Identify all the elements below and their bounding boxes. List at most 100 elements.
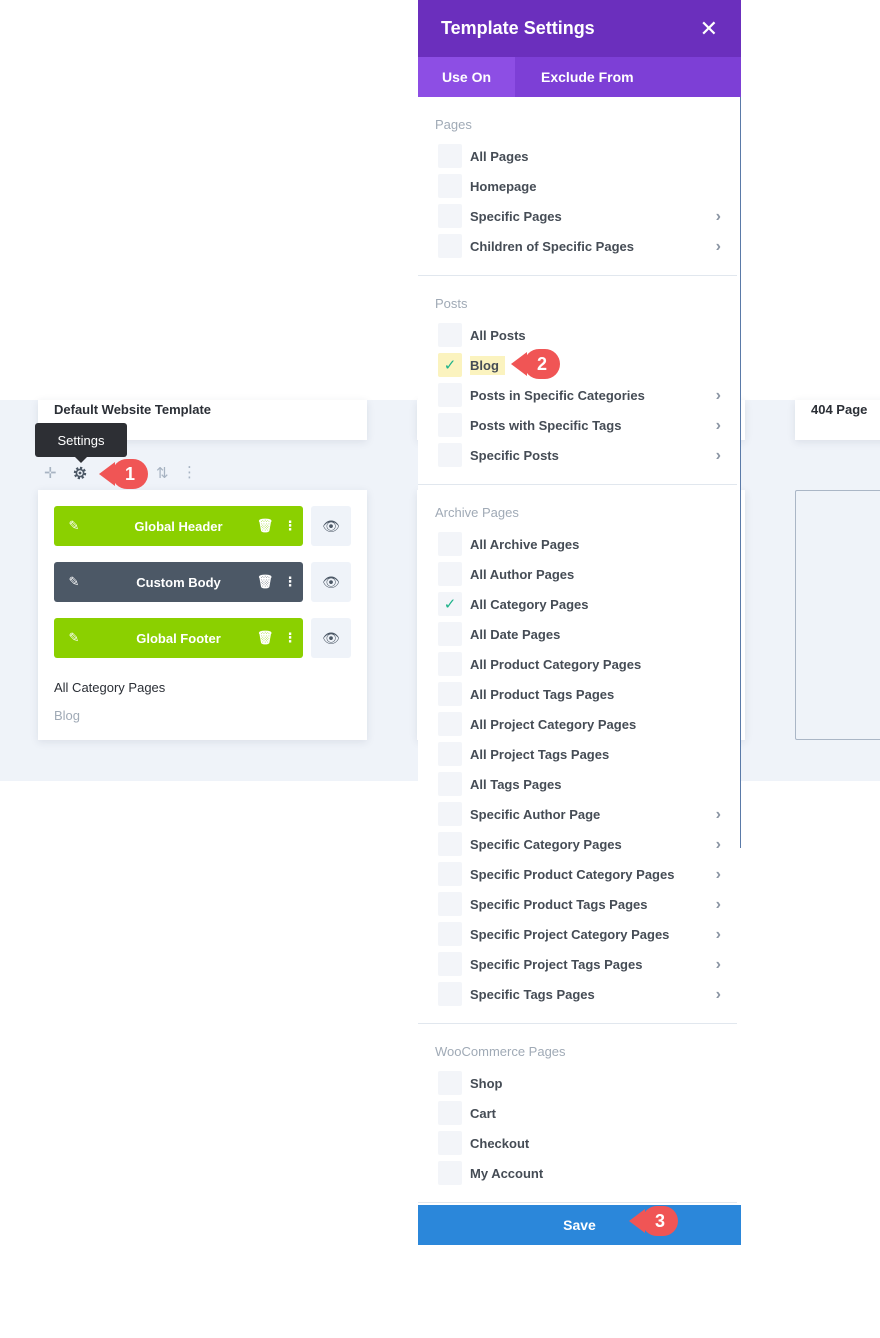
more-vertical-icon[interactable]: ⋮ <box>277 574 303 590</box>
tab-use-on[interactable]: Use On <box>418 57 516 97</box>
checkbox[interactable] <box>438 144 462 168</box>
chevron-right-icon[interactable]: › <box>716 208 721 226</box>
checkbox[interactable] <box>438 952 462 976</box>
more-vertical-icon[interactable]: ⋮ <box>277 630 303 646</box>
trash-icon[interactable]: 🗑 <box>253 574 277 590</box>
option-children-of-specific-pages[interactable]: Children of Specific Pages › <box>418 231 737 261</box>
chevron-right-icon[interactable]: › <box>716 806 721 824</box>
pencil-icon[interactable]: ✎ <box>54 518 94 534</box>
chevron-right-icon[interactable]: › <box>716 926 721 944</box>
option-specific-product-tags-pages[interactable]: Specific Product Tags Pages › <box>418 889 737 919</box>
chevron-right-icon[interactable]: › <box>716 986 721 1004</box>
step-marker-2: 2 <box>511 349 560 379</box>
checkbox[interactable] <box>438 682 462 706</box>
pencil-icon[interactable]: ✎ <box>54 574 94 590</box>
option-specific-product-category-pages[interactable]: Specific Product Category Pages › <box>418 859 737 889</box>
save-button[interactable]: Save <box>418 1205 741 1245</box>
option-homepage[interactable]: Homepage <box>418 171 737 201</box>
chevron-right-icon[interactable]: › <box>716 896 721 914</box>
checkbox[interactable] <box>438 532 462 556</box>
eye-icon[interactable]: 👁 <box>311 618 351 658</box>
option-all-project-tags-pages[interactable]: All Project Tags Pages <box>418 739 737 769</box>
section-label: Archive Pages <box>435 505 519 520</box>
checkbox[interactable] <box>438 323 462 347</box>
checkbox[interactable] <box>438 1071 462 1095</box>
option-specific-category-pages[interactable]: Specific Category Pages › <box>418 829 737 859</box>
tab-exclude-from[interactable]: Exclude From <box>515 57 660 97</box>
option-all-pages[interactable]: All Pages <box>418 141 737 171</box>
custom-body-label: Custom Body <box>136 574 221 590</box>
option-specific-project-category-pages[interactable]: Specific Project Category Pages › <box>418 919 737 949</box>
404-template-card[interactable]: 404 Page <box>795 400 880 440</box>
option-posts-in-specific-categories[interactable]: Posts in Specific Categories › <box>418 380 737 410</box>
custom-body-row[interactable]: ✎ Custom Body 🗑 ⋮ <box>54 562 303 602</box>
checkbox[interactable] <box>438 712 462 736</box>
gear-icon[interactable] <box>72 465 88 481</box>
section-label: WooCommerce Pages <box>435 1044 566 1059</box>
option-posts-with-specific-tags[interactable]: Posts with Specific Tags › <box>418 410 737 440</box>
option-checkout[interactable]: Checkout <box>418 1128 737 1158</box>
checkbox[interactable] <box>438 204 462 228</box>
checkbox[interactable] <box>438 562 462 586</box>
checkbox[interactable] <box>438 742 462 766</box>
option-all-category-pages[interactable]: ✓ All Category Pages <box>418 589 737 619</box>
option-specific-project-tags-pages[interactable]: Specific Project Tags Pages › <box>418 949 737 979</box>
option-specific-posts[interactable]: Specific Posts › <box>418 440 737 470</box>
trash-icon[interactable]: 🗑 <box>253 630 277 646</box>
global-footer-row[interactable]: ✎ Global Footer 🗑 ⋮ <box>54 618 303 658</box>
option-cart[interactable]: Cart <box>418 1098 737 1128</box>
checkbox[interactable] <box>438 832 462 856</box>
scrollbar[interactable] <box>740 97 741 848</box>
eye-icon[interactable]: 👁 <box>311 506 351 546</box>
checkbox[interactable] <box>438 622 462 646</box>
option-all-product-tags-pages[interactable]: All Product Tags Pages <box>418 679 737 709</box>
checkbox[interactable] <box>438 652 462 676</box>
close-icon[interactable]: ✕ <box>700 16 718 42</box>
checkbox[interactable] <box>438 982 462 1006</box>
checkbox[interactable] <box>438 772 462 796</box>
chevron-right-icon[interactable]: › <box>716 447 721 465</box>
checkbox[interactable] <box>438 383 462 407</box>
trash-icon[interactable]: 🗑 <box>253 518 277 534</box>
move-icon[interactable]: ✛ <box>44 466 57 482</box>
more-vertical-icon[interactable]: ⋮ <box>182 465 197 481</box>
checkbox[interactable] <box>438 1161 462 1185</box>
chevron-right-icon[interactable]: › <box>716 836 721 854</box>
more-vertical-icon[interactable]: ⋮ <box>277 518 303 534</box>
checkbox[interactable] <box>438 862 462 886</box>
pencil-icon[interactable]: ✎ <box>54 630 94 646</box>
checkbox[interactable] <box>438 802 462 826</box>
option-shop[interactable]: Shop <box>418 1068 737 1098</box>
chevron-right-icon[interactable]: › <box>716 387 721 405</box>
checkbox[interactable] <box>438 1131 462 1155</box>
option-specific-pages[interactable]: Specific Pages › <box>418 201 737 231</box>
option-my-account[interactable]: My Account <box>418 1158 737 1188</box>
global-header-row[interactable]: ✎ Global Header 🗑 ⋮ <box>54 506 303 546</box>
eye-icon[interactable]: 👁 <box>311 562 351 602</box>
option-all-date-pages[interactable]: All Date Pages <box>418 619 737 649</box>
chevron-right-icon[interactable]: › <box>716 238 721 256</box>
sort-icon[interactable]: ⇅ <box>156 466 169 482</box>
option-all-tags-pages[interactable]: All Tags Pages <box>418 769 737 799</box>
checkbox[interactable] <box>438 892 462 916</box>
option-all-archive-pages[interactable]: All Archive Pages <box>418 529 737 559</box>
checkbox-checked[interactable]: ✓ <box>438 353 462 377</box>
checkbox[interactable] <box>438 174 462 198</box>
option-all-author-pages[interactable]: All Author Pages <box>418 559 737 589</box>
option-all-posts[interactable]: All Posts <box>418 320 737 350</box>
option-all-project-category-pages[interactable]: All Project Category Pages <box>418 709 737 739</box>
option-specific-tags-pages[interactable]: Specific Tags Pages › <box>418 979 737 1009</box>
option-blog[interactable]: ✓ Blog <box>418 350 737 380</box>
option-specific-author-page[interactable]: Specific Author Page › <box>418 799 737 829</box>
checkbox[interactable] <box>438 922 462 946</box>
checkbox[interactable] <box>438 1101 462 1125</box>
chevron-right-icon[interactable]: › <box>716 866 721 884</box>
checkbox-checked[interactable]: ✓ <box>438 592 462 616</box>
option-all-product-category-pages[interactable]: All Product Category Pages <box>418 649 737 679</box>
checkbox[interactable] <box>438 443 462 467</box>
checkbox[interactable] <box>438 413 462 437</box>
checkbox[interactable] <box>438 234 462 258</box>
chevron-right-icon[interactable]: › <box>716 417 721 435</box>
empty-template-placeholder[interactable] <box>795 490 880 740</box>
chevron-right-icon[interactable]: › <box>716 956 721 974</box>
